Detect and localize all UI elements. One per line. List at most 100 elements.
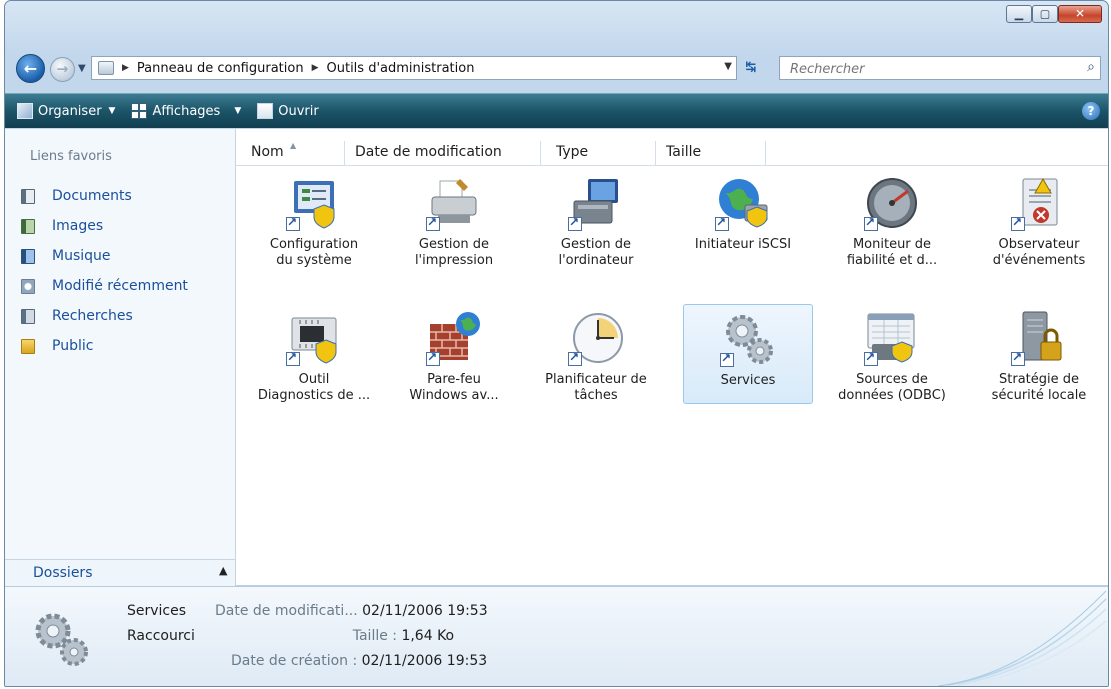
- item-label: Planificateur de tâches: [545, 372, 647, 403]
- details-size-value: 1,64 Ko: [401, 628, 455, 644]
- list-item-services[interactable]: Services: [683, 304, 813, 404]
- details-size-label: Taille :: [352, 628, 397, 644]
- organize-dropdown-icon: ▼: [108, 106, 116, 116]
- shortcut-arrow-icon: [286, 350, 300, 366]
- breadcrumb-separator-icon[interactable]: ▶: [122, 63, 129, 73]
- shortcut-arrow-icon: [1011, 215, 1025, 231]
- history-dropdown-icon[interactable]: ▼: [78, 63, 86, 74]
- column-header-label: Type: [556, 144, 589, 160]
- decorative-swoosh: [938, 590, 1107, 686]
- close-icon: ✕: [1074, 6, 1086, 21]
- minimize-icon: ▁: [1014, 7, 1024, 21]
- favorite-link-label: Documents: [52, 188, 132, 204]
- views-button[interactable]: Affichages ▼: [131, 103, 241, 119]
- folders-toggle[interactable]: Dossiers ▲: [5, 559, 235, 586]
- views-dropdown-icon: ▼: [234, 106, 242, 116]
- system-config-icon: [286, 175, 342, 231]
- list-item-memory-diagnostic[interactable]: OutilDiagnostics de ...: [249, 304, 379, 404]
- shortcut-arrow-icon: [426, 350, 440, 366]
- shortcut-arrow-icon: [1011, 350, 1025, 366]
- details-created-value: 02/11/2006 19:53: [361, 653, 488, 669]
- sort-ascending-icon: ▲: [290, 141, 297, 150]
- shortcut-arrow-icon: [864, 215, 878, 231]
- column-header-name[interactable]: ▲ Nom: [236, 141, 345, 165]
- column-header-type[interactable]: Type: [541, 141, 656, 165]
- favorites-title: Liens favoris: [30, 149, 112, 164]
- shortcut-arrow-icon: [568, 350, 582, 366]
- column-header-label: Date de modification: [355, 144, 502, 160]
- details-item-type: Raccourci: [127, 628, 195, 644]
- gears-icon: [720, 311, 776, 367]
- favorite-link-documents[interactable]: Documents: [21, 181, 188, 211]
- favorite-link-music[interactable]: Musique: [21, 241, 188, 271]
- list-item-local-security-policy[interactable]: Stratégie desécurité locale: [974, 304, 1104, 404]
- favorite-link-label: Public: [52, 338, 94, 354]
- list-item-event-viewer[interactable]: Observateurd'événements: [974, 169, 1104, 269]
- favorite-link-label: Recherches: [52, 308, 133, 324]
- control-panel-icon: [98, 61, 114, 75]
- firewall-icon: [426, 310, 482, 366]
- open-button[interactable]: Ouvrir: [257, 103, 319, 119]
- maximize-button[interactable]: ▢: [1032, 5, 1058, 23]
- list-item-reliability-monitor[interactable]: Moniteur defiabilité et d...: [827, 169, 957, 269]
- memory-diagnostic-icon: [286, 310, 342, 366]
- shortcut-arrow-icon: [286, 215, 300, 231]
- minimize-button[interactable]: ▁: [1006, 5, 1032, 23]
- open-label: Ouvrir: [278, 103, 319, 119]
- address-dropdown-icon[interactable]: ▼: [724, 61, 732, 72]
- printer-icon: [426, 175, 482, 231]
- details-pane: Services Raccourci Date de modificati...…: [5, 586, 1108, 686]
- images-icon: [21, 218, 35, 234]
- odbc-icon: [864, 310, 920, 366]
- search-box[interactable]: ⌕: [779, 56, 1101, 80]
- search-input[interactable]: [788, 58, 1072, 80]
- help-button[interactable]: ?: [1082, 102, 1100, 120]
- column-header-label: Nom: [251, 144, 284, 160]
- item-label: Configuration du système: [269, 237, 359, 268]
- shortcut-arrow-icon: [426, 215, 440, 231]
- column-header-date[interactable]: Date de modification: [345, 141, 541, 165]
- column-header-size[interactable]: Taille: [656, 141, 766, 165]
- list-item-task-scheduler[interactable]: Planificateur detâches: [531, 304, 661, 404]
- search-icon[interactable]: ⌕: [1087, 59, 1095, 75]
- item-label: Gestion de l'ordinateur: [558, 237, 634, 268]
- details-created: Date de création : 02/11/2006 19:53: [231, 653, 487, 669]
- list-item-iscsi[interactable]: Initiateur iSCSI: [678, 169, 808, 269]
- forward-button[interactable]: →: [50, 57, 75, 82]
- item-label: Sources de données (ODBC): [838, 372, 946, 403]
- details-item-name: Services: [127, 603, 187, 619]
- organize-button[interactable]: Organiser ▼: [17, 103, 115, 119]
- list-item-odbc[interactable]: Sources dedonnées (ODBC): [827, 304, 957, 404]
- close-button[interactable]: ✕: [1058, 5, 1102, 23]
- back-button[interactable]: ←: [16, 54, 45, 83]
- organize-icon: [17, 103, 33, 119]
- favorite-link-images[interactable]: Images: [21, 211, 188, 241]
- details-size: Taille : 1,64 Ko: [305, 628, 454, 644]
- favorite-link-public[interactable]: Public: [21, 331, 188, 361]
- address-bar[interactable]: ▶ Panneau de configuration ▶ Outils d'ad…: [91, 56, 737, 80]
- list-item-computer-management[interactable]: Gestion del'ordinateur: [531, 169, 661, 269]
- favorite-link-label: Musique: [52, 248, 111, 264]
- refresh-button[interactable]: ↹: [741, 58, 761, 78]
- folders-label: Dossiers: [33, 565, 93, 581]
- breadcrumb-control-panel[interactable]: Panneau de configuration: [137, 61, 304, 76]
- list-item-firewall[interactable]: Pare-feuWindows av...: [389, 304, 519, 404]
- clock-icon: [568, 310, 624, 366]
- list-item-configuration[interactable]: Configurationdu système: [249, 169, 379, 269]
- list-item-print-management[interactable]: Gestion del'impression: [389, 169, 519, 269]
- shortcut-arrow-icon: [715, 215, 729, 231]
- favorite-link-searches[interactable]: Recherches: [21, 301, 188, 331]
- breadcrumb-separator-icon[interactable]: ▶: [312, 63, 319, 73]
- back-arrow-icon: ←: [23, 58, 38, 78]
- chevron-up-icon: ▲: [219, 564, 228, 577]
- explorer-window: ▁ ▢ ✕ ← → ▼ ▶ Panneau de configuration ▶…: [4, 0, 1109, 687]
- searches-icon: [21, 308, 35, 324]
- services-gears-icon: [29, 607, 93, 671]
- details-modified: Date de modificati... 02/11/2006 19:53: [215, 603, 488, 619]
- favorite-link-recent[interactable]: Modifié récemment: [21, 271, 188, 301]
- item-label: Services: [720, 373, 776, 388]
- details-modified-value: 02/11/2006 19:53: [362, 603, 488, 619]
- breadcrumb-admin-tools[interactable]: Outils d'administration: [327, 61, 475, 76]
- details-modified-label: Date de modificati...: [215, 603, 358, 619]
- organize-label: Organiser: [38, 103, 102, 119]
